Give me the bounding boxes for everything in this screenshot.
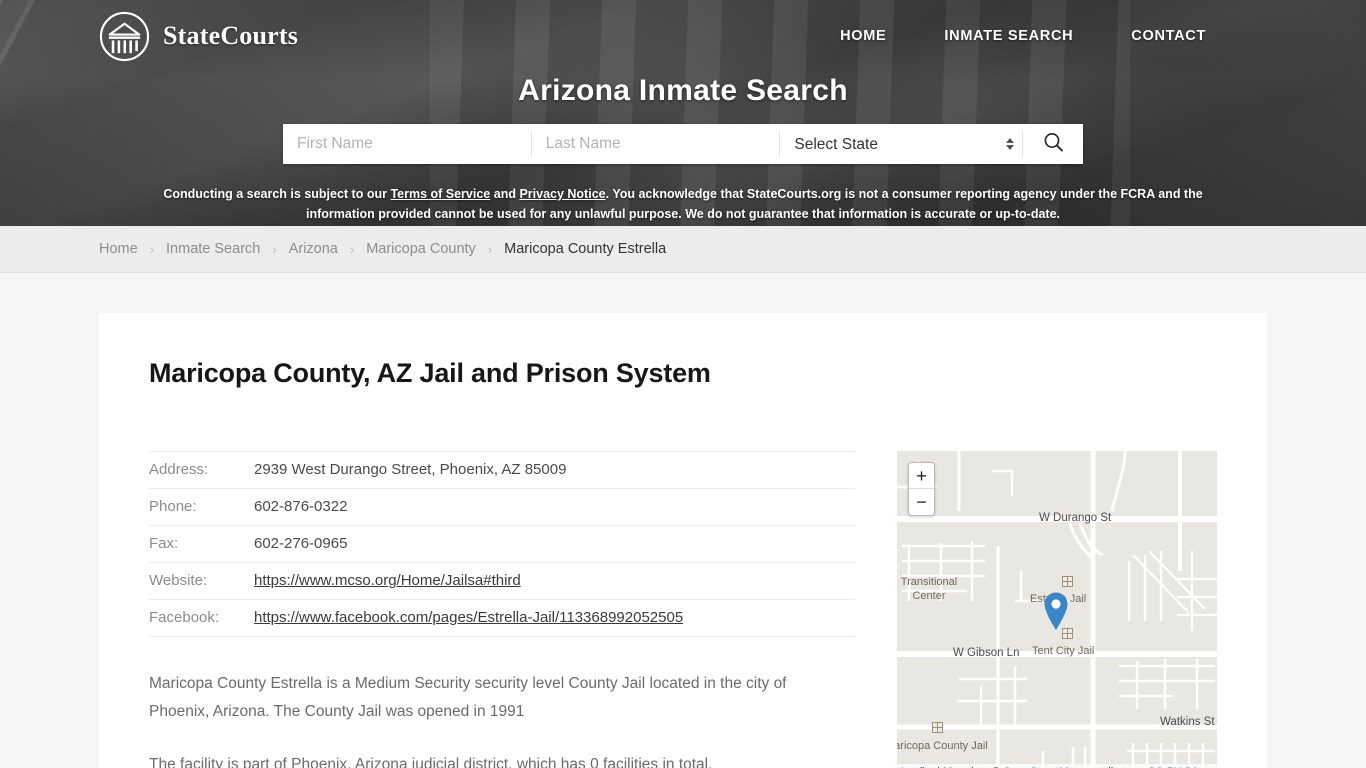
fact-value-phone: 602-876-0322	[254, 488, 855, 526]
fact-label-website: Website:	[149, 562, 254, 600]
breadcrumb-item-arizona[interactable]: Arizona	[289, 241, 338, 257]
table-row: Website: https://www.mcso.org/Home/Jails…	[149, 562, 855, 600]
table-row: Facebook: https://www.facebook.com/pages…	[149, 599, 855, 637]
table-row: Address: 2939 West Durango Street, Phoen…	[149, 451, 855, 489]
facility-details-column: Address: 2939 West Durango Street, Phoen…	[149, 451, 855, 768]
nav-link-contact[interactable]: CONTACT	[1131, 28, 1206, 44]
map-pin-marker[interactable]	[1043, 591, 1069, 631]
hero-header: StateCourts HOME INMATE SEARCH CONTACT A…	[0, 0, 1366, 226]
facility-description-paragraph: Maricopa County Estrella is a Medium Sec…	[149, 675, 787, 720]
fact-label-address: Address:	[149, 451, 254, 489]
breadcrumb-item-current: Maricopa County Estrella	[504, 241, 667, 257]
map-poi-transitional-center: Transitional Center	[900, 576, 958, 602]
location-map[interactable]: + − W Durango St W Gibson Ln Watkins St …	[897, 451, 1217, 768]
breadcrumb-item-home[interactable]: Home	[99, 241, 138, 257]
brand-logo[interactable]: StateCourts	[99, 11, 298, 62]
terms-of-service-link[interactable]: Terms of Service	[390, 187, 490, 201]
main-nav: HOME INMATE SEARCH CONTACT	[840, 28, 1206, 44]
breadcrumb-item-inmate-search[interactable]: Inmate Search	[166, 241, 260, 257]
fact-value-address: 2939 West Durango Street, Phoenix, AZ 85…	[254, 451, 855, 489]
map-zoom-out-button[interactable]: −	[909, 489, 934, 515]
search-disclaimer: Conducting a search is subject to our Te…	[128, 184, 1238, 224]
map-street-label-watkins: Watkins St	[1160, 716, 1215, 728]
map-zoom-in-button[interactable]: +	[909, 463, 934, 489]
building-icon	[1062, 576, 1073, 587]
breadcrumb-separator: ›	[272, 241, 277, 257]
fact-label-phone: Phone:	[149, 488, 254, 526]
state-select-wrapper[interactable]: Select State	[780, 124, 1023, 164]
map-street-label-gibson: W Gibson Ln	[953, 647, 1020, 659]
breadcrumb-bar: Home › Inmate Search › Arizona › Maricop…	[0, 226, 1366, 273]
nav-link-inmate-search[interactable]: INMATE SEARCH	[944, 28, 1073, 44]
breadcrumb-item-maricopa-county[interactable]: Maricopa County	[366, 241, 476, 257]
breadcrumb: Home › Inmate Search › Arizona › Maricop…	[99, 241, 666, 257]
map-street-label-durango: W Durango St	[1039, 512, 1112, 524]
fact-value-website: https://www.mcso.org/Home/Jailsa#third	[254, 562, 855, 600]
fact-label-fax: Fax:	[149, 525, 254, 563]
facility-district-paragraph: The facility is part of Phoenix, Arizona…	[149, 756, 713, 768]
map-zoom-controls[interactable]: + −	[908, 462, 935, 516]
disclaimer-text-2: and	[490, 187, 520, 201]
inmate-search-form: Select State	[283, 124, 1084, 164]
breadcrumb-separator: ›	[487, 241, 493, 257]
fact-value-fax: 602-276-0965	[254, 525, 855, 563]
search-submit-button[interactable]	[1023, 124, 1084, 164]
facility-facts-table: Address: 2939 West Durango Street, Phoen…	[149, 451, 855, 637]
last-name-input[interactable]	[531, 124, 780, 164]
facebook-link[interactable]: https://www.facebook.com/pages/Estrella-…	[254, 609, 683, 626]
building-icon	[932, 722, 943, 733]
map-column: + − W Durango St W Gibson Ln Watkins St …	[897, 451, 1217, 768]
top-navigation-bar: StateCourts HOME INMATE SEARCH CONTACT	[0, 0, 1366, 72]
page-title: Maricopa County, AZ Jail and Prison Syst…	[149, 358, 711, 388]
hero-title: Arizona Inmate Search	[518, 74, 848, 107]
breadcrumb-separator: ›	[149, 241, 155, 257]
content-card: Maricopa County, AZ Jail and Prison Syst…	[99, 313, 1267, 768]
courthouse-circle-icon	[99, 11, 150, 62]
map-attribution: Leaflet | Map data © OpenStreetMap contr…	[897, 764, 1217, 768]
table-row: Phone: 602-876-0322	[149, 488, 855, 526]
fact-label-facebook: Facebook:	[149, 599, 254, 637]
nav-link-home[interactable]: HOME	[840, 28, 886, 44]
website-link[interactable]: https://www.mcso.org/Home/Jailsa#third	[254, 572, 521, 589]
search-icon	[1042, 131, 1065, 157]
first-name-input[interactable]	[283, 124, 531, 164]
table-row: Fax: 602-276-0965	[149, 525, 855, 563]
disclaimer-text-1: Conducting a search is subject to our	[163, 187, 391, 201]
breadcrumb-separator: ›	[349, 241, 355, 257]
map-poi-maricopa-county-jail: Maricopa County Jail	[897, 740, 988, 752]
brand-name: StateCourts	[163, 21, 299, 50]
fact-value-facebook: https://www.facebook.com/pages/Estrella-…	[254, 599, 855, 637]
state-select[interactable]: Select State	[780, 124, 1023, 164]
map-poi-tent-city-jail: Tent City Jail	[1032, 645, 1095, 657]
privacy-notice-link[interactable]: Privacy Notice	[519, 187, 605, 201]
